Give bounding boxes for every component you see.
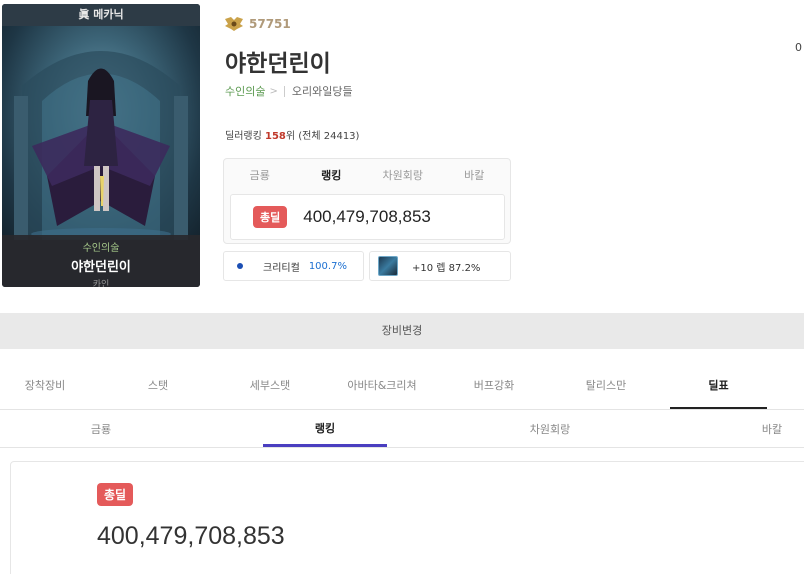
summary-tab-bakal[interactable]: 바칼 bbox=[439, 167, 511, 183]
nav-stats[interactable]: 스탯 bbox=[113, 367, 203, 409]
total-damage-value: 400,479,708,853 bbox=[303, 207, 431, 226]
summary-tab-dimension[interactable]: 차원회랑 bbox=[367, 167, 439, 183]
summary-total: 총딜 400,479,708,853 bbox=[230, 194, 505, 240]
result-total-damage: 400,479,708,853 bbox=[97, 522, 285, 550]
character-illustration bbox=[14, 51, 188, 240]
nav-detail-stats[interactable]: 세부스탯 bbox=[225, 367, 315, 409]
rank-prefix: 딜러랭킹 bbox=[225, 131, 262, 142]
rank-suffix: 위 (전체 24413) bbox=[285, 131, 360, 142]
fame: 57751 bbox=[225, 17, 291, 31]
critical-stat: 크리티컬 100.7% bbox=[223, 251, 364, 281]
card-server: 카인 bbox=[92, 280, 110, 287]
character-tags: 수인의술 > 오리와일당들 bbox=[225, 83, 353, 99]
damage-summary-box: 금룡 랭킹 차원회랑 바칼 총딜 400,479,708,853 bbox=[223, 158, 511, 244]
card-footer: 수인의술 야한던린이 카인 bbox=[2, 235, 200, 287]
corner-value: 0 bbox=[795, 41, 802, 54]
result-badge: 총딜 bbox=[97, 483, 134, 506]
critical-value: 100.7% bbox=[308, 260, 347, 272]
nav-talisman[interactable]: 탈리스만 bbox=[561, 367, 651, 409]
sub-nav: 금룡 랭킹 차원회랑 바칼 bbox=[0, 413, 804, 447]
card-character-name: 야한던린이 bbox=[71, 260, 131, 275]
sub-nav-divider bbox=[0, 447, 804, 448]
nav-avatar-creature[interactable]: 아바타&크리쳐 bbox=[337, 367, 427, 409]
character-artwork bbox=[2, 26, 200, 240]
subtab-bakal[interactable]: 바칼 bbox=[740, 413, 804, 447]
summary-tabs: 금룡 랭킹 차원회랑 바칼 bbox=[224, 159, 510, 191]
item-label: +10 렙 87.2% bbox=[412, 262, 481, 274]
nav-damage-table[interactable]: 딜표 bbox=[670, 367, 767, 409]
summary-tab-ranking[interactable]: 랭킹 bbox=[296, 167, 368, 183]
profile-section: 眞 메카닉 수인의술 야한던린이 카인 57751 야한던린이 수인의술 > 오… bbox=[0, 0, 804, 298]
guild-link[interactable]: 오리와일당들 bbox=[292, 83, 353, 99]
fame-value: 57751 bbox=[249, 17, 291, 31]
total-damage-badge: 총딜 bbox=[253, 206, 288, 228]
main-nav: 장착장비 스탯 세부스탯 아바타&크리쳐 버프강화 탈리스만 딜표 bbox=[0, 367, 804, 409]
dealer-ranking: 딜러랭킹 158위 (전체 24413) bbox=[225, 127, 359, 142]
card-header: 眞 메카닉 bbox=[2, 4, 200, 26]
subtab-geumryong[interactable]: 금룡 bbox=[56, 413, 146, 447]
subtab-ranking[interactable]: 랭킹 bbox=[263, 413, 387, 447]
rank-number: 158 bbox=[265, 131, 286, 142]
item-stat: +10 렙 87.2% bbox=[369, 251, 511, 281]
summary-tab-geumryong[interactable]: 금룡 bbox=[224, 167, 296, 183]
nav-equipped[interactable]: 장착장비 bbox=[0, 367, 90, 409]
card-job: 수인의술 bbox=[82, 243, 120, 254]
critical-dot-icon bbox=[237, 263, 243, 269]
fame-wings-icon bbox=[225, 17, 243, 31]
character-name: 야한던린이 bbox=[225, 51, 331, 77]
job-link[interactable]: 수인의술 bbox=[225, 83, 265, 99]
nav-buff[interactable]: 버프강화 bbox=[449, 367, 539, 409]
critical-label: 크리티컬 bbox=[263, 262, 300, 274]
main-nav-divider bbox=[0, 409, 804, 410]
subtab-dimension[interactable]: 차원회랑 bbox=[505, 413, 595, 447]
chevron-right-icon: > bbox=[269, 85, 278, 97]
damage-result-panel: 총딜 400,479,708,853 bbox=[10, 461, 804, 574]
character-card[interactable]: 眞 메카닉 수인의술 야한던린이 카인 bbox=[2, 4, 200, 287]
item-thumbnail-icon bbox=[378, 256, 398, 276]
equip-change-button[interactable]: 장비변경 bbox=[0, 313, 804, 349]
divider bbox=[283, 85, 285, 97]
